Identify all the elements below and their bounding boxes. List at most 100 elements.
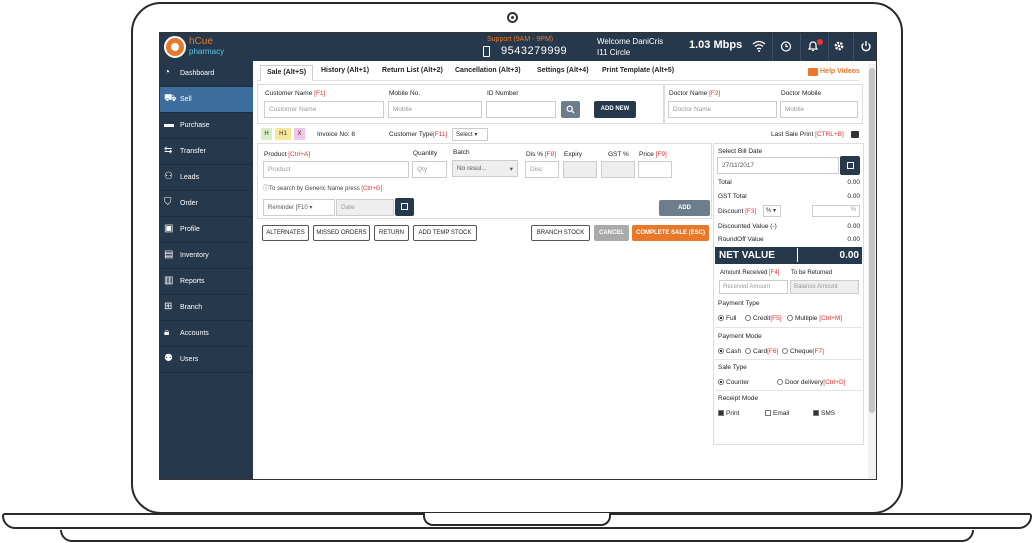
schedule-x-chip[interactable]: X bbox=[294, 128, 305, 140]
batch-select[interactable]: No resul... ▾ bbox=[452, 160, 518, 177]
sidebar-item-branch[interactable]: ⊞ Branch bbox=[160, 295, 253, 321]
sidebar-item-accounts[interactable]: 🔒︎ Accounts bbox=[160, 321, 253, 347]
customer-type-select[interactable]: Select ▾ bbox=[452, 128, 488, 141]
reminder-select[interactable]: Reminder [F10 ▾ bbox=[263, 199, 335, 216]
bill-date-input[interactable]: 27/11/2017 bbox=[717, 157, 839, 174]
add-product-button[interactable]: ADD bbox=[659, 200, 710, 216]
cart-icon: ⛟ bbox=[164, 93, 177, 104]
customer-mobile-input[interactable]: Mobile bbox=[388, 101, 482, 118]
support-phone: 9543279999 bbox=[501, 45, 568, 57]
price-label: Price [F9] bbox=[639, 151, 667, 158]
calendar-icon bbox=[846, 162, 854, 169]
radio-checked-icon bbox=[718, 315, 724, 322]
discount-amount-input[interactable]: % bbox=[812, 205, 860, 217]
discount-total-label: Discount [F3] bbox=[718, 208, 757, 215]
alarm-icon[interactable] bbox=[780, 40, 792, 55]
sale-type-counter[interactable]: Counter bbox=[718, 379, 749, 386]
sidebar-item-transfer[interactable]: ⇆ Transfer bbox=[160, 139, 253, 165]
help-videos-link[interactable]: Help Videos bbox=[820, 68, 860, 75]
sale-type-door-delivery[interactable]: Door delivery[Ctrl+D] bbox=[777, 379, 846, 386]
id-number-input[interactable] bbox=[486, 101, 556, 118]
to-be-returned-label: To be Returned bbox=[791, 270, 833, 276]
receipt-mode-email[interactable]: Email bbox=[765, 410, 789, 417]
customer-name-input[interactable]: Customer Name bbox=[264, 101, 384, 118]
doctor-mobile-label: Doctor Mobile bbox=[781, 90, 822, 97]
add-temp-stock-button[interactable]: ADD TEMP STOCK bbox=[413, 225, 477, 241]
sidebar-item-sell[interactable]: ⛟ Sell bbox=[160, 87, 253, 113]
sidebar-item-order[interactable]: ⛉ Order bbox=[160, 191, 253, 217]
sidebar-item-inventory[interactable]: ▤ Inventory bbox=[160, 243, 253, 269]
tab-bar: Sale (Alt+S) History (Alt+1) Return List… bbox=[257, 64, 859, 81]
schedule-h-chip[interactable]: H bbox=[261, 128, 272, 140]
tab-return-list[interactable]: Return List (Alt+2) bbox=[382, 67, 443, 74]
checkbox-unchecked-icon bbox=[765, 410, 771, 417]
reminder-date-input[interactable]: Date bbox=[336, 199, 394, 216]
alternates-button[interactable]: ALTERNATES bbox=[262, 225, 309, 241]
payment-type-multiple[interactable]: Multiple [Ctrl+M] bbox=[787, 315, 842, 322]
search-button[interactable] bbox=[561, 101, 580, 118]
radio-unchecked-icon bbox=[745, 315, 751, 322]
discount-input[interactable]: Disc bbox=[525, 161, 559, 178]
tab-cancellation[interactable]: Cancellation (Alt+3) bbox=[455, 67, 521, 74]
missed-orders-button[interactable]: MISSED ORDERS bbox=[313, 225, 370, 241]
tab-history[interactable]: History (Alt+1) bbox=[321, 67, 369, 74]
product-input[interactable]: Product bbox=[263, 161, 409, 178]
topbar-divider bbox=[828, 33, 829, 61]
complete-sale-button[interactable]: COMPLETE SALE (ESC) bbox=[632, 225, 709, 241]
brand-name: hCue bbox=[189, 36, 213, 47]
printer-icon[interactable] bbox=[851, 131, 859, 138]
discount-type-select[interactable]: % ▾ bbox=[763, 205, 781, 217]
radio-unchecked-icon bbox=[777, 379, 783, 386]
sidebar-item-reports[interactable]: ▥ Reports bbox=[160, 269, 253, 295]
receipt-mode-sms[interactable]: SMS bbox=[813, 410, 835, 417]
transfer-icon: ⇆ bbox=[164, 145, 173, 156]
payment-type-credit[interactable]: Credit[F5] bbox=[745, 315, 782, 322]
received-amount-input[interactable]: Received Amount bbox=[719, 280, 788, 294]
invoice-number: Invoice No: 8 bbox=[317, 131, 355, 138]
support-hours: Support (9AM - 9PM) bbox=[487, 36, 554, 43]
sidebar-item-users[interactable]: ⚉ Users bbox=[160, 347, 253, 373]
generic-search-hint: ⓘTo search by Generic Name press [Ctrl+G… bbox=[263, 186, 383, 192]
sidebar-item-dashboard[interactable]: ◔ Dashboard bbox=[160, 61, 253, 87]
gst-field bbox=[601, 161, 635, 178]
total-label: Total bbox=[718, 179, 732, 186]
tab-settings[interactable]: Settings (Alt+4) bbox=[537, 67, 589, 74]
laptop-notch bbox=[423, 513, 611, 526]
payment-mode-card[interactable]: Card[F6] bbox=[745, 348, 778, 355]
bill-date-calendar-button[interactable] bbox=[840, 156, 860, 175]
price-input[interactable] bbox=[638, 161, 672, 178]
power-icon[interactable] bbox=[860, 40, 872, 55]
cancel-button[interactable]: CANCEL bbox=[594, 225, 629, 241]
scrollbar-thumb[interactable] bbox=[869, 68, 875, 413]
last-sale-print[interactable]: Last Sale Print [CTRL+B] bbox=[771, 131, 844, 138]
doctor-mobile-input[interactable]: Mobile bbox=[780, 101, 858, 118]
schedule-h1-chip[interactable]: H1 bbox=[275, 128, 291, 140]
quantity-input[interactable]: Qty bbox=[412, 161, 447, 178]
doctor-name-input[interactable]: Doctor Name bbox=[668, 101, 777, 118]
location-text: I11 Circle bbox=[597, 48, 631, 57]
expiry-field bbox=[563, 161, 597, 178]
sidebar-item-leads[interactable]: ⚇ Leads bbox=[160, 165, 253, 191]
branch-stock-button[interactable]: BRANCH STOCK bbox=[531, 225, 590, 241]
customer-name-label: Customer Name [F1] bbox=[265, 90, 326, 97]
divider bbox=[715, 390, 862, 391]
scrollbar-track[interactable] bbox=[868, 64, 876, 479]
return-button[interactable]: RETURN bbox=[374, 225, 409, 241]
payment-mode-cash[interactable]: Cash bbox=[718, 348, 741, 355]
balance-amount-field: Balance Amount bbox=[790, 280, 859, 294]
roundoff-label: RoundOff Value bbox=[718, 236, 764, 243]
reports-icon: ▥ bbox=[164, 275, 174, 286]
sidebar-item-purchase[interactable]: ▬ Purchase bbox=[160, 113, 253, 139]
payment-type-full[interactable]: Full bbox=[718, 315, 736, 322]
gear-icon[interactable] bbox=[833, 40, 845, 55]
tab-sale[interactable]: Sale (Alt+S) bbox=[260, 65, 314, 81]
sidebar-item-profile[interactable]: ▣ Profile bbox=[160, 217, 253, 243]
welcome-text: Welcome DaniCris bbox=[597, 37, 664, 46]
radio-unchecked-icon bbox=[745, 348, 751, 355]
add-new-customer-button[interactable]: ADD NEW bbox=[594, 101, 636, 118]
receipt-mode-print[interactable]: Print bbox=[718, 410, 739, 417]
calendar-button[interactable] bbox=[395, 198, 414, 216]
receipt-mode-label: Receipt Mode bbox=[718, 395, 759, 402]
payment-mode-cheque[interactable]: Cheque[F7] bbox=[782, 348, 824, 355]
tab-print-template[interactable]: Print Template (Alt+5) bbox=[602, 67, 674, 74]
